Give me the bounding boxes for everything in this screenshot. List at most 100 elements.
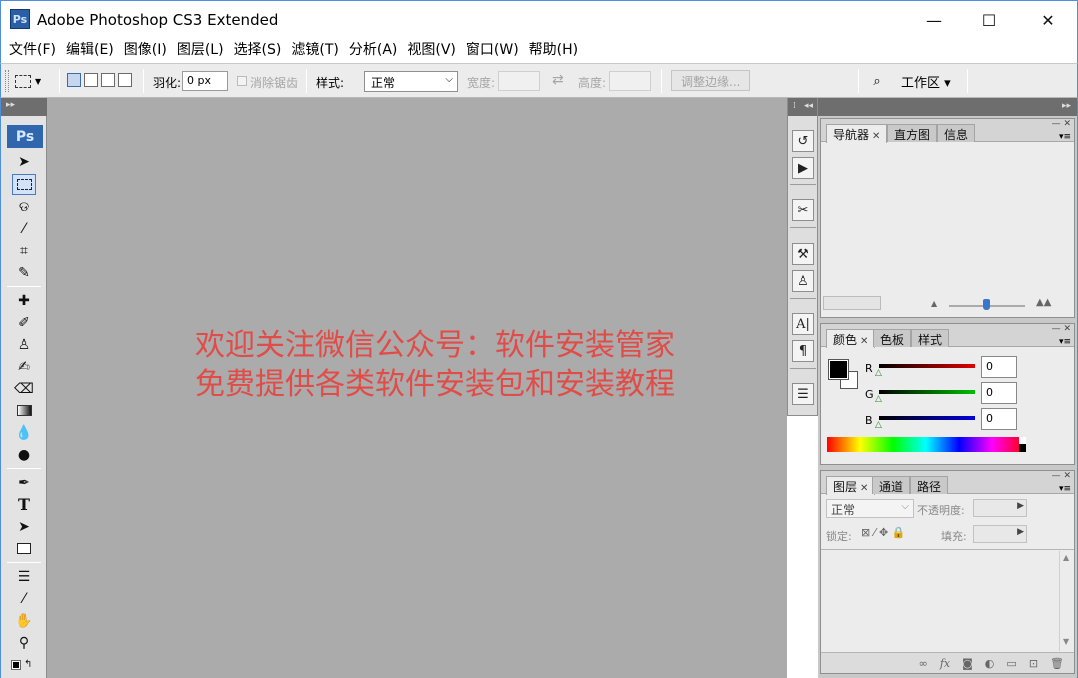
dodge-tool-icon[interactable]: ●: [12, 444, 36, 465]
zoom-slider-thumb[interactable]: [983, 299, 990, 310]
healing-brush-tool-icon[interactable]: ✚: [12, 290, 36, 311]
foreground-color-swatch[interactable]: [828, 359, 849, 380]
refine-edge-button[interactable]: 调整边缘...: [671, 70, 751, 91]
tab-styles[interactable]: 样式: [911, 329, 950, 347]
slice-tool-icon[interactable]: ✎: [12, 262, 36, 283]
channel-r-thumb[interactable]: △: [875, 368, 882, 378]
minimize-button[interactable]: —: [905, 1, 963, 39]
panel-menu-icon[interactable]: ▾≡: [1059, 484, 1071, 494]
zoom-tool-icon[interactable]: ⚲: [12, 632, 36, 653]
hand-tool-icon[interactable]: ✋: [12, 610, 36, 631]
options-grip[interactable]: [5, 70, 9, 92]
delete-layer-icon[interactable]: 🗑: [1050, 657, 1064, 670]
spectrum-black-swatch[interactable]: [1019, 444, 1026, 452]
menu-window[interactable]: 窗口(W): [461, 38, 524, 63]
scroll-up-icon[interactable]: ▲: [1063, 553, 1069, 562]
history-brush-tool-icon[interactable]: ✍: [12, 356, 36, 377]
channel-g-input[interactable]: 0: [981, 382, 1017, 404]
add-selection-icon[interactable]: [84, 73, 98, 87]
eyedropper-tool-icon[interactable]: ⁄: [12, 588, 36, 609]
channel-r-input[interactable]: 0: [981, 356, 1017, 378]
marquee-tool-icon[interactable]: [12, 174, 36, 195]
swap-icon[interactable]: ⇄: [552, 72, 564, 88]
panels-header[interactable]: ▸▸: [818, 98, 1077, 116]
document-canvas-area[interactable]: 欢迎关注微信公众号：软件安装管家 免费提供各类软件安装包和安装教程: [47, 98, 787, 678]
tab-info[interactable]: 信息: [937, 124, 976, 142]
character-panel-icon[interactable]: A|: [792, 313, 814, 335]
channel-g-slider[interactable]: [879, 390, 975, 394]
zoom-out-icon[interactable]: ▲: [931, 299, 937, 308]
close-icon[interactable]: ✕: [860, 336, 868, 347]
zoom-percent-field[interactable]: [823, 296, 881, 310]
link-layers-icon[interactable]: ∞: [919, 657, 928, 670]
panel-menu-icon[interactable]: ▾≡: [1059, 337, 1071, 347]
crop-tool-icon[interactable]: ⌗: [12, 240, 36, 261]
subtract-selection-icon[interactable]: [101, 73, 115, 87]
tool-presets-panel-icon[interactable]: ✂: [792, 199, 814, 221]
close-button[interactable]: ✕: [1019, 1, 1077, 39]
tab-swatches[interactable]: 色板: [873, 329, 912, 347]
new-layer-icon[interactable]: ⊡: [1029, 657, 1038, 670]
arrow-right-icon[interactable]: ▶: [1017, 501, 1024, 511]
brushes-panel-icon[interactable]: ⚒: [792, 243, 814, 265]
path-selection-tool-icon[interactable]: ➤: [12, 516, 36, 537]
intersect-selection-icon[interactable]: [118, 73, 132, 87]
menu-select[interactable]: 选择(S): [229, 38, 287, 63]
panel-menu-icon[interactable]: ▾≡: [1059, 132, 1071, 142]
close-icon[interactable]: ✕: [872, 131, 880, 142]
toolbox-header[interactable]: ▸▸: [1, 98, 47, 116]
notes-tool-icon[interactable]: ☰: [12, 566, 36, 587]
channel-g-thumb[interactable]: △: [875, 394, 882, 404]
channel-b-thumb[interactable]: △: [875, 420, 882, 430]
layers-list[interactable]: [821, 551, 1059, 651]
clone-source-panel-icon[interactable]: ♙: [792, 270, 814, 292]
menu-help[interactable]: 帮助(H): [524, 38, 583, 63]
maximize-button[interactable]: ☐: [960, 1, 1018, 39]
opacity-input[interactable]: ▶: [973, 499, 1027, 517]
layer-style-icon[interactable]: fx: [940, 657, 950, 670]
clone-stamp-tool-icon[interactable]: ♙: [12, 334, 36, 355]
arrow-right-icon[interactable]: ▶: [1017, 527, 1024, 537]
shape-tool-icon[interactable]: [12, 538, 36, 559]
menu-filter[interactable]: 滤镜(T): [286, 38, 343, 63]
fill-input[interactable]: ▶: [973, 525, 1027, 543]
blend-mode-select[interactable]: 正常 ⌵: [826, 499, 914, 518]
move-tool-icon[interactable]: ➤: [12, 151, 36, 172]
layers-scrollbar[interactable]: ▲ ▼: [1059, 551, 1073, 651]
close-icon[interactable]: ✕: [860, 483, 868, 494]
magic-wand-tool-icon[interactable]: ⁄: [12, 218, 36, 239]
tab-color[interactable]: 颜色 ✕: [826, 329, 876, 348]
spectrum-white-swatch[interactable]: [1019, 437, 1026, 444]
layer-comps-panel-icon[interactable]: ☰: [792, 383, 814, 405]
history-panel-icon[interactable]: ↺: [792, 130, 814, 152]
width-input[interactable]: [498, 71, 540, 91]
blur-tool-icon[interactable]: 💧: [12, 422, 36, 443]
panel-minimize-icon[interactable]: — ✕: [1052, 324, 1071, 334]
paragraph-panel-icon[interactable]: ¶: [792, 340, 814, 362]
expand-icon[interactable]: ▸▸: [1062, 101, 1071, 111]
tab-histogram[interactable]: 直方图: [887, 124, 938, 142]
color-swatches[interactable]: ↰: [11, 654, 36, 675]
dock-header[interactable]: ⁞ ◂◂: [788, 98, 817, 116]
brush-tool-icon[interactable]: ✐: [12, 312, 36, 333]
channel-r-slider[interactable]: [879, 364, 975, 368]
tab-paths[interactable]: 路径: [910, 476, 949, 494]
channel-b-input[interactable]: 0: [981, 408, 1017, 430]
swap-colors-icon[interactable]: ↰: [24, 659, 32, 670]
panel-minimize-icon[interactable]: — ✕: [1052, 119, 1071, 129]
menu-file[interactable]: 文件(F): [4, 38, 61, 63]
eraser-tool-icon[interactable]: ⌫: [12, 378, 36, 399]
zoom-in-icon[interactable]: ▲▲: [1036, 297, 1051, 308]
lasso-tool-icon[interactable]: ଡ: [12, 196, 36, 217]
feather-input[interactable]: 0 px: [182, 71, 228, 91]
channel-b-slider[interactable]: [879, 416, 975, 420]
pen-tool-icon[interactable]: ✒: [12, 472, 36, 493]
collapse-icon[interactable]: ◂◂: [804, 101, 813, 111]
menu-image[interactable]: 图像(I): [119, 38, 172, 63]
bridge-icon[interactable]: ⌕: [865, 72, 889, 90]
tab-layers[interactable]: 图层 ✕: [826, 476, 876, 495]
new-group-icon[interactable]: ▭: [1006, 657, 1016, 670]
expand-icon[interactable]: ▸▸: [6, 100, 15, 110]
menu-view[interactable]: 视图(V): [402, 38, 461, 63]
tab-channels[interactable]: 通道: [872, 476, 911, 494]
